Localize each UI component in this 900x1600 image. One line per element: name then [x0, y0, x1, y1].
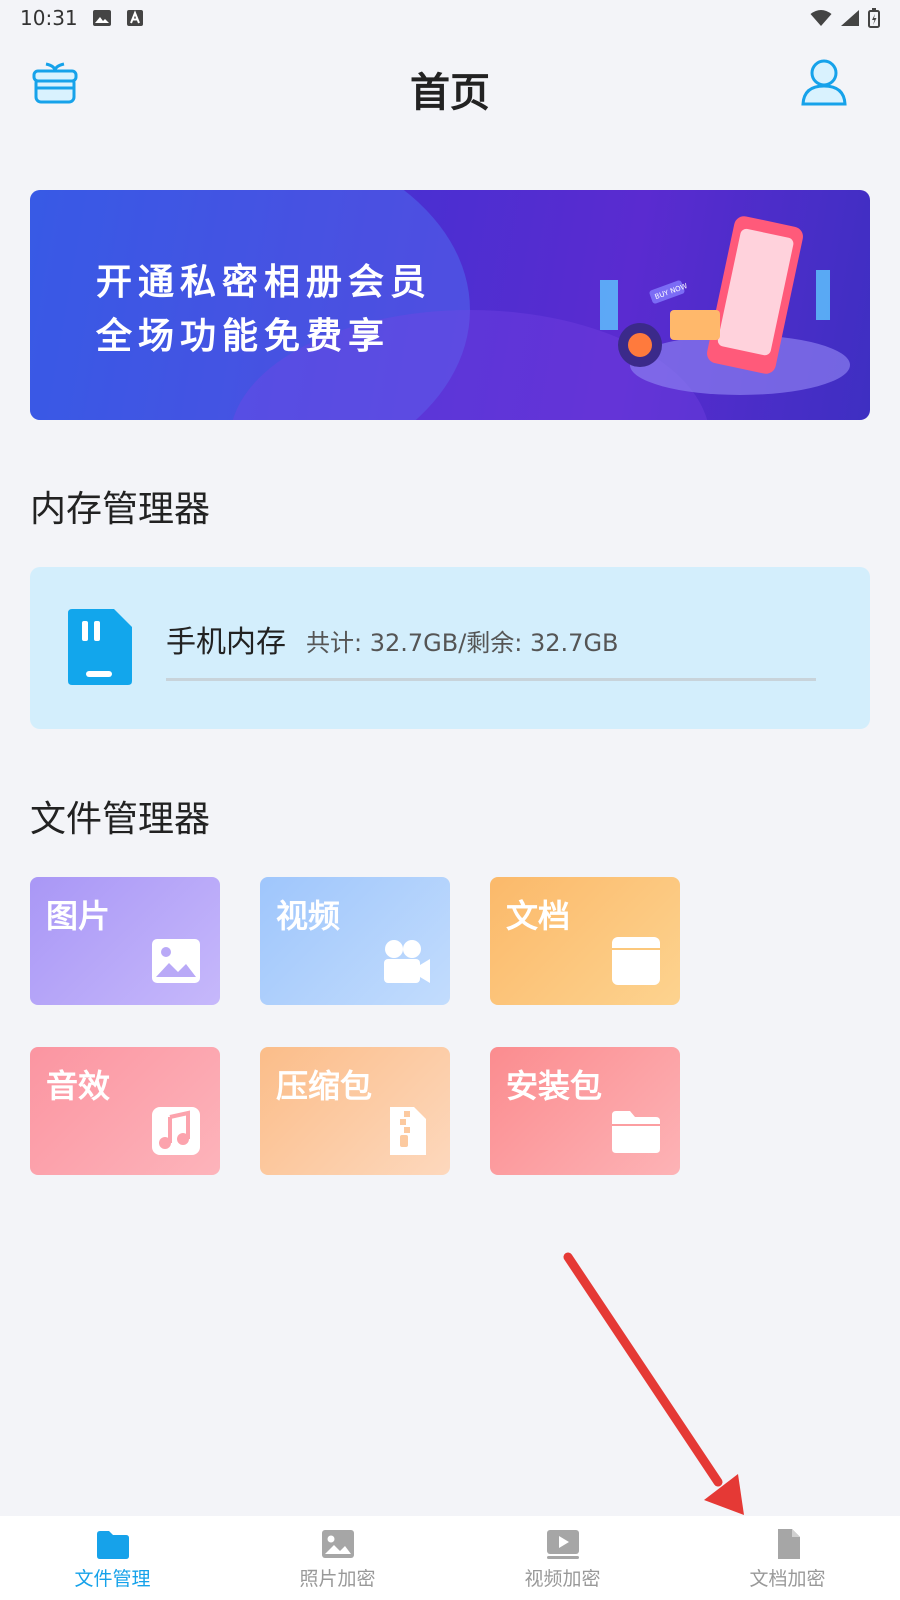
- bottom-navigation: 文件管理 照片加密 视频加密 文档加密: [0, 1516, 900, 1600]
- folder-icon: [96, 1531, 129, 1559]
- nav-document-encrypt[interactable]: 文档加密: [675, 1516, 900, 1600]
- category-label: 音效: [46, 1067, 111, 1105]
- storage-name: 手机内存: [166, 625, 286, 660]
- app-header: 首页: [0, 40, 900, 130]
- nav-label: 照片加密: [299, 1568, 376, 1590]
- category-video[interactable]: 视频: [260, 877, 450, 1005]
- zip-file-icon: [390, 1107, 426, 1155]
- sd-card-icon: [68, 609, 132, 685]
- battery-icon: [868, 8, 880, 28]
- category-label: 文档: [506, 897, 571, 935]
- category-documents[interactable]: 文档: [490, 877, 680, 1005]
- nav-label: 文档加密: [749, 1568, 826, 1590]
- category-label: 图片: [46, 897, 111, 935]
- music-icon: [152, 1107, 200, 1155]
- storage-detail: 共计: 32.7GB/剩余: 32.7GB: [306, 629, 619, 657]
- nav-file-management[interactable]: 文件管理: [0, 1516, 225, 1600]
- nav-label: 文件管理: [74, 1568, 151, 1590]
- page-title: 首页: [410, 70, 490, 116]
- category-label: 压缩包: [276, 1067, 373, 1105]
- gallery-notification-icon: [92, 10, 111, 26]
- category-images[interactable]: 图片: [30, 877, 220, 1005]
- category-archives[interactable]: 压缩包: [260, 1047, 450, 1175]
- play-icon: [546, 1530, 579, 1559]
- status-time: 10:31: [20, 6, 78, 30]
- vip-promo-banner[interactable]: 开通私密相册会员 全场功能免费享 BUY NOW: [30, 190, 870, 420]
- image-icon: [152, 939, 200, 983]
- status-right: [810, 8, 880, 28]
- nav-label: 视频加密: [524, 1568, 601, 1590]
- video-camera-icon: [384, 940, 430, 983]
- memory-section-title: 内存管理器: [30, 489, 211, 530]
- phone-storage-card[interactable]: 手机内存 共计: 32.7GB/剩余: 32.7GB: [30, 567, 870, 729]
- nav-photo-encrypt[interactable]: 照片加密: [225, 1516, 450, 1600]
- document-icon: [777, 1529, 800, 1559]
- signal-icon: [841, 10, 859, 26]
- status-bar: 10:31: [0, 0, 900, 36]
- text-notification-icon: [126, 10, 143, 26]
- photo-icon: [321, 1530, 354, 1558]
- storage-usage-bar: [166, 678, 816, 681]
- status-left: 10:31: [20, 6, 144, 30]
- category-installers[interactable]: 安装包: [490, 1047, 680, 1175]
- shopping-phone-illustration: BUY NOW: [600, 216, 850, 395]
- category-label: 视频: [276, 897, 341, 935]
- user-profile-icon[interactable]: [798, 56, 850, 108]
- file-section-title: 文件管理器: [30, 799, 211, 840]
- category-audio[interactable]: 音效: [30, 1047, 220, 1175]
- banner-line-2: 全场功能免费享: [96, 316, 391, 357]
- folder-icon: [612, 1111, 660, 1153]
- nav-video-encrypt[interactable]: 视频加密: [450, 1516, 675, 1600]
- wifi-icon: [810, 10, 832, 26]
- banner-line-1: 开通私密相册会员: [96, 262, 433, 303]
- banner-text: 开通私密相册会员 全场功能免费享: [96, 256, 432, 364]
- document-icon: [612, 937, 660, 985]
- category-label: 安装包: [506, 1067, 603, 1105]
